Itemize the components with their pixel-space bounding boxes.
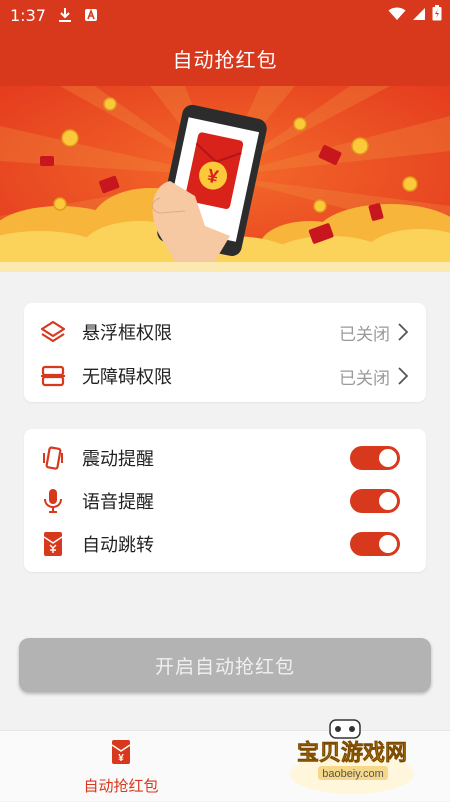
chevron-right-icon <box>390 310 416 354</box>
setting-label: 语音提醒 <box>82 492 154 513</box>
toggle-knob <box>379 492 397 510</box>
app-bar: 自动抢红包 <box>0 30 450 86</box>
nav-item-auto-grab[interactable]: ¥ 自动抢红包 <box>76 739 166 796</box>
banner-illustration: ¥ <box>0 86 450 272</box>
voice-toggle[interactable] <box>350 489 400 513</box>
permission-row-floating-window[interactable]: 悬浮框权限 已关闭 <box>24 310 426 354</box>
download-icon <box>58 7 72 23</box>
vibrate-toggle[interactable] <box>350 446 400 470</box>
setting-row-auto-jump: 自动跳转 <box>24 522 426 566</box>
red-envelope-icon: ¥ <box>110 739 132 769</box>
red-envelope-icon <box>37 528 69 560</box>
page-title: 自动抢红包 <box>172 47 278 72</box>
status-bar: 1:37 <box>0 0 450 30</box>
permissions-card: 悬浮框权限 已关闭 无障碍权限 已关闭 <box>24 303 426 402</box>
toggle-knob <box>379 449 397 467</box>
permission-row-accessibility[interactable]: 无障碍权限 已关闭 <box>24 354 426 398</box>
setting-label: 震动提醒 <box>82 449 154 470</box>
vibrate-icon <box>37 442 69 474</box>
nav-envelope-symbol: ¥ <box>118 753 124 764</box>
layers-icon <box>37 316 69 348</box>
accessibility-icon <box>37 360 69 392</box>
toggle-knob <box>379 535 397 553</box>
permission-label: 悬浮框权限 <box>82 323 172 344</box>
signal-icon <box>412 6 426 25</box>
status-time: 1:37 <box>10 5 46 25</box>
setting-row-vibrate: 震动提醒 <box>24 436 426 480</box>
watermark-logo: 宝贝游戏网 baobeiy.com <box>270 712 430 798</box>
permission-status: 已关闭 <box>339 324 390 345</box>
wifi-icon <box>388 6 406 25</box>
permission-status: 已关闭 <box>339 368 390 389</box>
watermark-url: baobeiy.com <box>322 768 384 780</box>
settings-card: 震动提醒 语音提醒 自动跳转 <box>24 429 426 572</box>
microphone-icon <box>37 485 69 517</box>
chevron-right-icon <box>390 354 416 398</box>
app-notification-icon <box>84 8 98 22</box>
setting-label: 自动跳转 <box>82 535 154 556</box>
nav-label: 自动抢红包 <box>83 777 159 795</box>
start-grab-button[interactable]: 开启自动抢红包 <box>19 638 431 692</box>
watermark-title: 宝贝游戏网 <box>297 740 407 766</box>
auto-jump-toggle[interactable] <box>350 532 400 556</box>
permission-label: 无障碍权限 <box>82 367 172 388</box>
battery-icon <box>432 5 442 25</box>
setting-row-voice: 语音提醒 <box>24 479 426 523</box>
